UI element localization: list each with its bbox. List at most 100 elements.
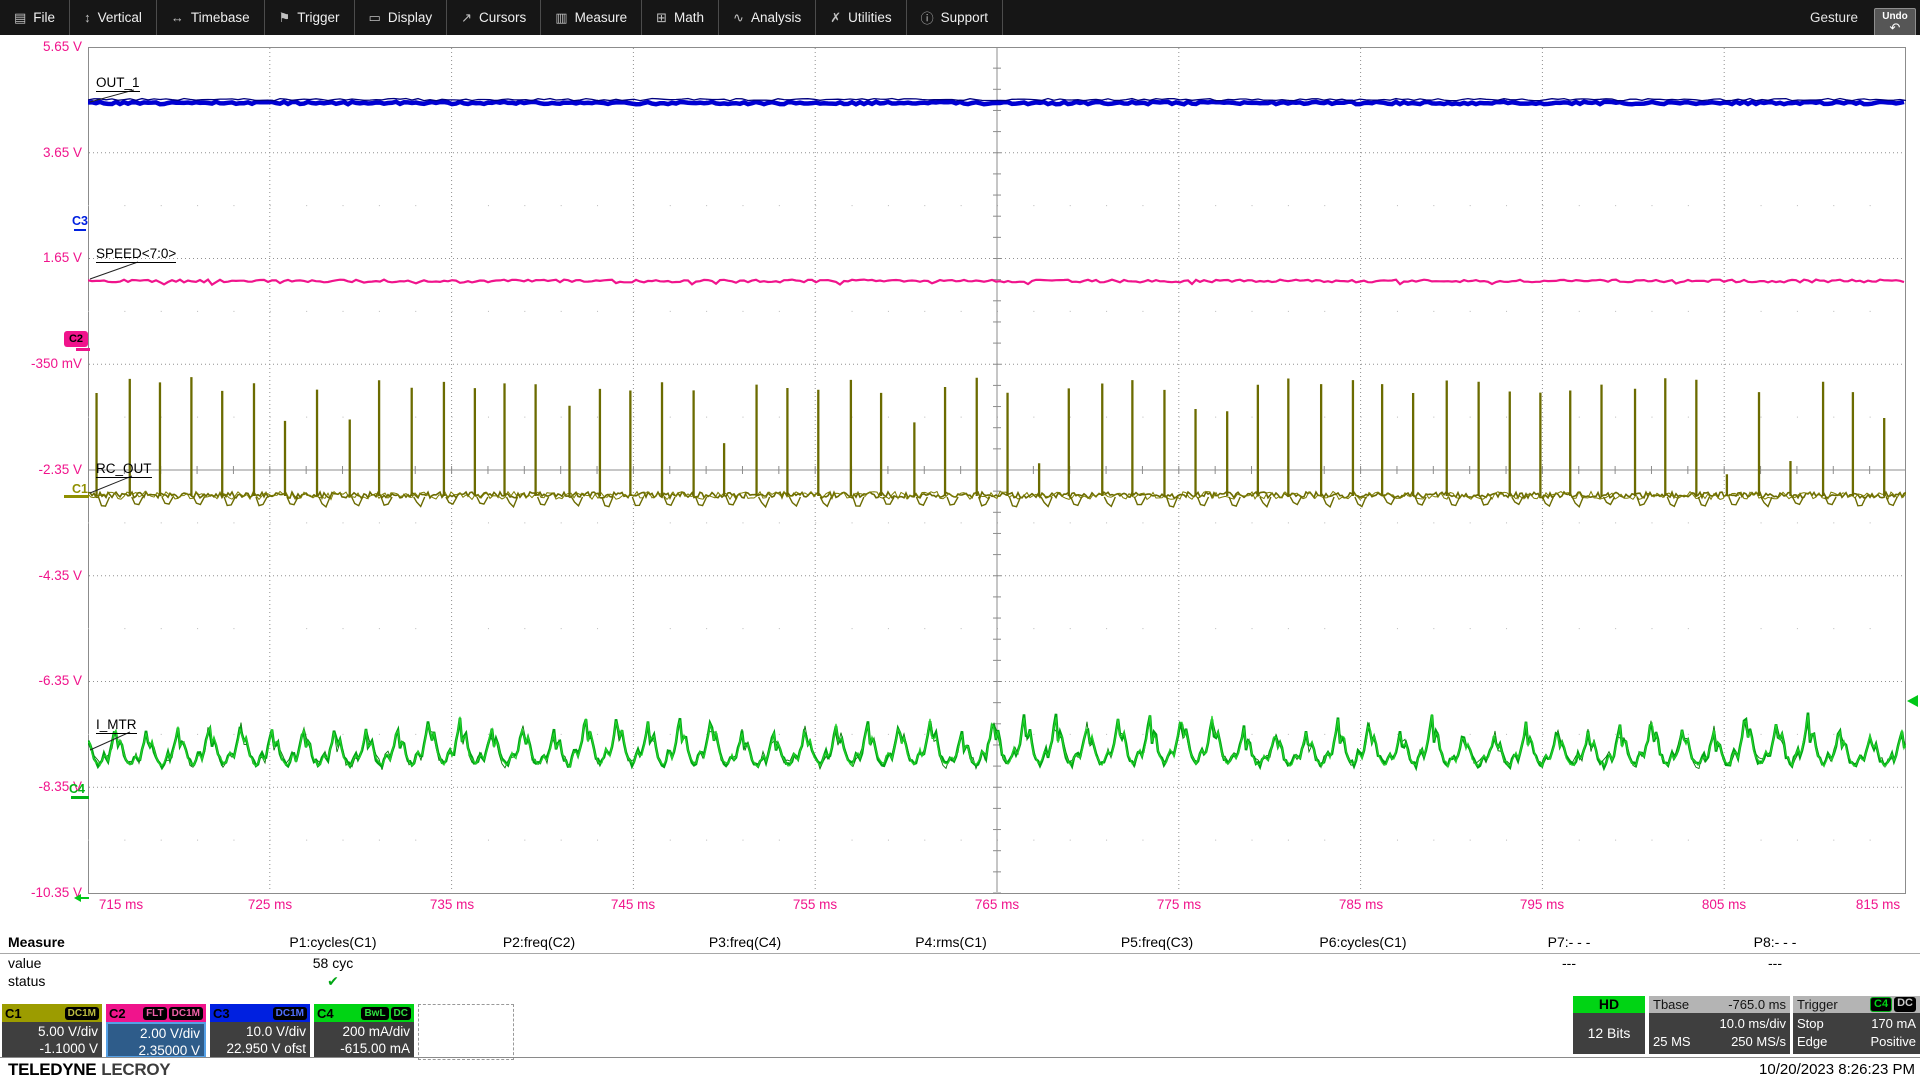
x-axis-label: 795 ms (1500, 897, 1584, 913)
menu-support[interactable]: ⓘSupport (907, 0, 1003, 35)
value-row-label: value (0, 955, 230, 971)
menu-utilities-label: Utilities (848, 10, 892, 25)
measure-p2-header[interactable]: P2:freq(C2) (436, 934, 642, 950)
channel-box-c1[interactable]: C1 DC1M 5.00 V/div -1.1000 V (2, 1004, 102, 1058)
trigger-type: Edge (1797, 1033, 1827, 1051)
menu-utilities[interactable]: ✗ Utilities (816, 0, 906, 35)
c2-offset-marker[interactable]: C2 (64, 331, 88, 347)
trigger-box[interactable]: Trigger C4DC Stop 170 mA Edge Positive (1793, 996, 1920, 1054)
c4-offset-tick (71, 796, 89, 799)
p8-value: --- (1672, 955, 1878, 971)
c2-scale: 2.00 V/div (110, 1025, 200, 1042)
trigger-label: Trigger (1797, 997, 1838, 1012)
menu-measure-label: Measure (575, 10, 628, 25)
horizontal-arrows-icon: ↔ (171, 10, 184, 25)
c2-offset-tick (76, 348, 90, 351)
p5-value (1054, 955, 1260, 971)
cursor-arrow-icon: ↗ (461, 10, 472, 26)
footer-separator (0, 1057, 1920, 1058)
undo-button[interactable]: Undo ↶ (1874, 8, 1916, 38)
menu-timebase-label: Timebase (191, 10, 250, 25)
trace-label-imtr: I_MTR (96, 717, 137, 734)
measure-p4-header[interactable]: P4:rms(C1) (848, 934, 1054, 950)
p8-status (1672, 973, 1878, 990)
empty-channel-slot[interactable] (418, 1004, 514, 1060)
c1-offset-tick (64, 495, 89, 498)
hd-mode-box[interactable]: HD 12 Bits (1573, 996, 1645, 1054)
x-axis-label: 805 ms (1682, 897, 1766, 913)
channel-box-c4[interactable]: C4 BwLDC 200 mA/div -615.00 mA (314, 1004, 414, 1058)
measure-p7-header[interactable]: P7:- - - (1466, 934, 1672, 950)
c2-coupling-badge: DC1M (169, 1007, 203, 1020)
ruler-icon: ▥ (555, 10, 567, 26)
c4-label: C4 (317, 1006, 334, 1021)
monitor-icon: ▭ (369, 10, 381, 26)
trigger-level-marker[interactable] (1907, 695, 1918, 707)
trigger-source-badge: C4 (1870, 997, 1892, 1012)
brand-lecroy: LECROY (101, 1060, 170, 1079)
measure-p5-header[interactable]: P5:freq(C3) (1054, 934, 1260, 950)
menu-display[interactable]: ▭Display (355, 0, 448, 35)
menu-cursors[interactable]: ↗Cursors (447, 0, 541, 35)
undo-arrow-icon: ↶ (1875, 23, 1915, 33)
trace-label-speed: SPEED<7:0> (96, 246, 176, 263)
x-axis-label: 775 ms (1137, 897, 1221, 913)
p3-status (642, 973, 848, 990)
c3-offset: 22.950 V ofst (212, 1040, 306, 1057)
measure-p8-header[interactable]: P8:- - - (1672, 934, 1878, 950)
menu-trigger[interactable]: ⚑Trigger (265, 0, 355, 35)
menu-vertical[interactable]: ↕Vertical (70, 0, 157, 35)
measure-p6-header[interactable]: P6:cycles(C1) (1260, 934, 1466, 950)
x-axis-label: 715 ms (79, 897, 163, 913)
c4-scale: 200 mA/div (316, 1023, 410, 1040)
c3-offset-tick (74, 229, 86, 231)
x-axis-label: 785 ms (1319, 897, 1403, 913)
p1-value: 58 cyc (230, 955, 436, 971)
oscilloscope-app: ▤File ↕Vertical ↔ Timebase ⚑Trigger ▭Disp… (0, 0, 1920, 1080)
waveform-display: 5.65 V 3.65 V 1.65 V -350 mV -2.35 V -4.… (0, 35, 1920, 930)
c4-bandwidth-badge: BwL (361, 1007, 388, 1020)
menu-analysis-label: Analysis (751, 10, 801, 25)
channel-box-c3[interactable]: C3 DC1M 10.0 V/div 22.950 V ofst (210, 1004, 310, 1058)
p5-status (1054, 973, 1260, 990)
menu-support-label: Support (941, 10, 988, 25)
hd-mode-label: HD (1573, 996, 1645, 1013)
p2-value (436, 955, 642, 971)
p1-status-check-icon: ✔ (230, 973, 436, 990)
timebase-offset: -765.0 ms (1728, 997, 1786, 1012)
measure-p1-header[interactable]: P1:cycles(C1) (230, 934, 436, 950)
trace-label-rcout: RC_OUT (96, 461, 152, 478)
menu-vertical-label: Vertical (98, 10, 142, 25)
timebase-box[interactable]: Tbase -765.0 ms 10.0 ms/div 25 MS 250 MS… (1649, 996, 1790, 1054)
gesture-label: Gesture (1810, 0, 1868, 35)
y-axis-label: -2.35 V (0, 462, 82, 478)
c4-offset-marker[interactable]: C4 (69, 782, 85, 796)
c1-label: C1 (5, 1006, 22, 1021)
c1-offset-marker[interactable]: C1 (72, 482, 88, 496)
brand-logo: TELEDYNELECROY (8, 1060, 170, 1080)
menu-file[interactable]: ▤File (0, 0, 70, 35)
menu-analysis[interactable]: ∿Analysis (719, 0, 816, 35)
measure-p3-header[interactable]: P3:freq(C4) (642, 934, 848, 950)
channel-box-c2[interactable]: C2 FLTDC1M 2.00 V/div 2.35000 V (106, 1004, 206, 1058)
measure-value-row: value 58 cyc --- --- (0, 955, 1878, 971)
c4-offset: -615.00 mA (316, 1040, 410, 1057)
menu-spacer (1003, 0, 1810, 35)
menu-trigger-label: Trigger (297, 10, 339, 25)
c1-coupling-badge: DC1M (65, 1007, 99, 1020)
bottom-panel: Measure P1:cycles(C1) P2:freq(C2) P3:fre… (0, 930, 1920, 1080)
menu-measure[interactable]: ▥ Measure (541, 0, 642, 35)
y-axis-label: 1.65 V (0, 250, 82, 266)
c3-scale: 10.0 V/div (212, 1023, 306, 1040)
timebase-label: Tbase (1653, 997, 1689, 1012)
waveform-canvas[interactable] (88, 47, 1906, 895)
menu-math[interactable]: ⊞Math (642, 0, 719, 35)
p7-status (1466, 973, 1672, 990)
timebase-scale: 10.0 ms/div (1653, 1015, 1786, 1033)
trigger-position-marker-tail (80, 897, 89, 899)
c3-offset-marker[interactable]: C3 (72, 214, 88, 228)
tools-icon: ✗ (830, 10, 841, 26)
menu-timebase[interactable]: ↔ Timebase (157, 0, 265, 35)
measure-status-row: status ✔ (0, 973, 1878, 990)
c2-label: C2 (109, 1006, 126, 1021)
